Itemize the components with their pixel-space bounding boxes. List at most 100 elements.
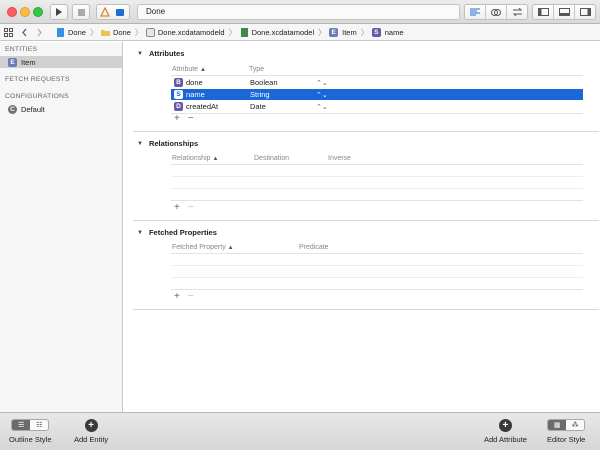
close-window-button[interactable] [7,7,17,17]
back-chevron-icon[interactable] [21,28,28,37]
section-divider [133,131,599,132]
outline-style-segmented-control[interactable]: ☰ ☷ [11,419,50,431]
remove-fetched-property-minus-button[interactable]: − [188,291,194,302]
add-entity-label: Add Entity [74,435,109,444]
predicate-column-header[interactable]: Predicate [299,244,329,251]
related-items-icon[interactable] [4,27,13,37]
editor-style-segmented-control[interactable]: ▦ ⁂ [547,419,586,431]
fetched-properties-section-header[interactable]: ▼ Fetched Properties [137,228,217,237]
flat-list-icon[interactable]: ☰ [12,420,31,430]
remove-attribute-minus-button[interactable]: − [188,113,194,124]
attribute-type-select[interactable]: Boolean [250,78,316,87]
data-model-editor: ▼ Attributes Attribute ▲ Type Bdone Bool… [124,42,600,412]
data-model-bundle-icon [145,27,155,37]
breadcrumb-attribute[interactable]: S name [371,27,404,37]
breadcrumb-group[interactable]: Done 〉 [100,27,143,38]
relationships-section-header[interactable]: ▼ Relationships [137,139,198,148]
sidebar-item-configuration[interactable]: C Default [0,103,122,115]
attribute-type-badge-icon: B [174,78,183,87]
editor-standard-icon [470,8,480,16]
type-column-header[interactable]: Type [249,66,264,73]
stop-icon [77,8,85,16]
fetched-property-column-header[interactable]: Fetched Property ▲ [172,244,234,251]
minimize-window-button[interactable] [20,7,30,17]
toggle-utilities-button[interactable] [575,5,595,19]
attribute-row-selected[interactable]: Sname String ⌃⌄ [171,89,583,100]
editor-assistant-button[interactable] [486,5,507,19]
disclosure-triangle-icon: ▼ [137,140,143,147]
sort-ascending-icon: ▲ [212,156,219,162]
jump-bar-controls [0,27,56,37]
panel-visibility-segmented-control[interactable] [532,4,596,20]
editor-style-control: ▦ ⁂ Editor Style [547,419,585,444]
editor-version-icon [512,8,522,16]
relationship-column-header[interactable]: Relationship ▲ [172,155,218,162]
add-attribute-label: Add Attribute [484,435,527,444]
attribute-row[interactable]: Bdone Boolean ⌃⌄ [171,77,583,88]
editor-version-button[interactable] [507,5,527,19]
add-attribute-plus-button[interactable]: + [174,113,180,124]
remove-relationship-minus-button[interactable]: − [188,202,194,213]
disclosure-triangle-icon: ▼ [137,50,143,57]
string-attribute-badge-icon: S [371,27,381,37]
sort-ascending-icon: ▲ [200,67,206,73]
graph-style-icon[interactable]: ⁂ [566,420,585,430]
add-entity-button[interactable]: + Add Entity [74,419,108,444]
activity-status-text: Done [146,7,166,16]
inverse-column-header[interactable]: Inverse [328,155,351,162]
table-divider [171,75,583,76]
entity-badge-icon: E [329,27,339,37]
navigator-panel-icon [537,8,549,16]
section-divider [133,220,599,221]
sidebar-item-entity[interactable]: E Item [0,56,122,68]
table-divider [171,188,583,189]
breadcrumb-entity[interactable]: E Item 〉 [329,27,369,38]
add-entity-plus-icon: + [84,419,98,432]
stepper-icon[interactable]: ⌃⌄ [316,91,328,99]
editor-assistant-icon [491,8,501,16]
toggle-navigator-button[interactable] [533,5,554,19]
attributes-section-header[interactable]: ▼ Attributes [137,49,184,58]
table-divider [171,289,583,290]
breadcrumb-xcdatamodel[interactable]: Done.xcdatamodel 〉 [240,27,326,38]
configuration-badge-icon: C [8,104,17,114]
attribute-column-header[interactable]: Attribute ▲ [172,66,206,73]
attribute-type-select[interactable]: String [250,90,316,99]
hierarchy-list-icon[interactable]: ☷ [30,420,49,430]
attribute-row[interactable]: DcreatedAt Date ⌃⌄ [171,101,583,112]
section-divider [133,309,599,310]
stepper-icon[interactable]: ⌃⌄ [316,103,328,111]
device-icon [116,8,124,16]
zoom-window-button[interactable] [33,7,43,17]
add-attribute-button[interactable]: + Add Attribute [484,419,527,444]
attribute-type-select[interactable]: Date [250,102,316,111]
table-style-icon[interactable]: ▦ [548,420,567,430]
breadcrumb-project[interactable]: Done 〉 [56,27,98,38]
add-fetched-property-plus-button[interactable]: + [174,291,180,302]
table-divider [171,164,583,165]
attribute-type-badge-icon: S [174,90,183,99]
play-icon [56,8,62,16]
outline-style-label: Outline Style [9,435,52,444]
forward-chevron-icon[interactable] [36,28,43,37]
breadcrumb-xcdatamodeld[interactable]: Done.xcdatamodeld 〉 [145,27,237,38]
table-divider [171,113,583,114]
disclosure-triangle-icon: ▼ [137,229,143,236]
attribute-add-remove: + − [174,113,194,124]
entities-header: ENTITIES [5,46,38,53]
window-toolbar: Done [0,0,600,24]
relationship-add-remove: + − [174,202,194,213]
editor-mode-segmented-control[interactable] [464,4,528,20]
data-model-icon [240,27,248,37]
run-button[interactable] [50,4,68,20]
scheme-selector[interactable] [96,4,130,20]
add-relationship-plus-button[interactable]: + [174,202,180,213]
stepper-icon[interactable]: ⌃⌄ [316,79,328,87]
stop-button[interactable] [72,4,90,20]
entity-badge-icon: E [8,57,17,67]
destination-column-header[interactable]: Destination [254,155,289,162]
table-divider [171,200,583,201]
toggle-debug-area-button[interactable] [554,5,575,19]
debug-panel-icon [558,8,570,16]
editor-standard-button[interactable] [465,5,486,19]
